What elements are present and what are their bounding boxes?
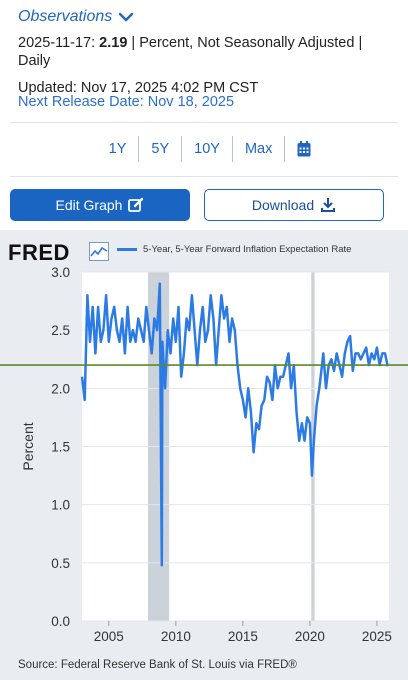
edit-graph-button[interactable]: Edit Graph (10, 189, 190, 221)
separator (284, 136, 286, 162)
next-release-date: Next Release Date: Nov 18, 2025 (18, 94, 235, 110)
observation-date: 2025-11-17: (18, 35, 96, 51)
chart-legend: 5-Year, 5-Year Forward Inflation Expecta… (117, 244, 351, 255)
legend-swatch (117, 248, 137, 251)
divider (10, 122, 398, 123)
range-5y-button[interactable]: 5Y (139, 141, 181, 157)
observation-value: 2.19 (99, 35, 128, 51)
range-10y-button[interactable]: 10Y (182, 141, 232, 157)
observation-summary: 2025-11-17: 2.19 | Percent, Not Seasonal… (18, 34, 390, 70)
divider (10, 176, 398, 177)
download-button[interactable]: Download (204, 189, 384, 221)
fred-logo: FRED (8, 240, 70, 265)
edit-graph-label: Edit Graph (55, 197, 123, 213)
legend-label: 5-Year, 5-Year Forward Inflation Expecta… (143, 244, 352, 255)
fred-graph-icon (89, 242, 109, 261)
chart-source: Source: Federal Reserve Bank of St. Loui… (18, 659, 297, 671)
observations-title: Observations (18, 8, 113, 25)
range-1y-button[interactable]: 1Y (97, 141, 139, 157)
range-selector: 1Y 5Y 10Y Max (0, 134, 408, 164)
download-label: Download (251, 197, 315, 213)
chevron-down-icon[interactable] (118, 11, 134, 23)
range-max-button[interactable]: Max (233, 141, 284, 157)
observations-header[interactable]: Observations (18, 8, 134, 26)
calendar-icon[interactable] (297, 141, 311, 157)
chart-panel: FRED 5-Year, 5-Year Forward Inflation Ex… (0, 230, 408, 680)
edit-icon (128, 197, 144, 212)
download-icon (321, 198, 336, 212)
